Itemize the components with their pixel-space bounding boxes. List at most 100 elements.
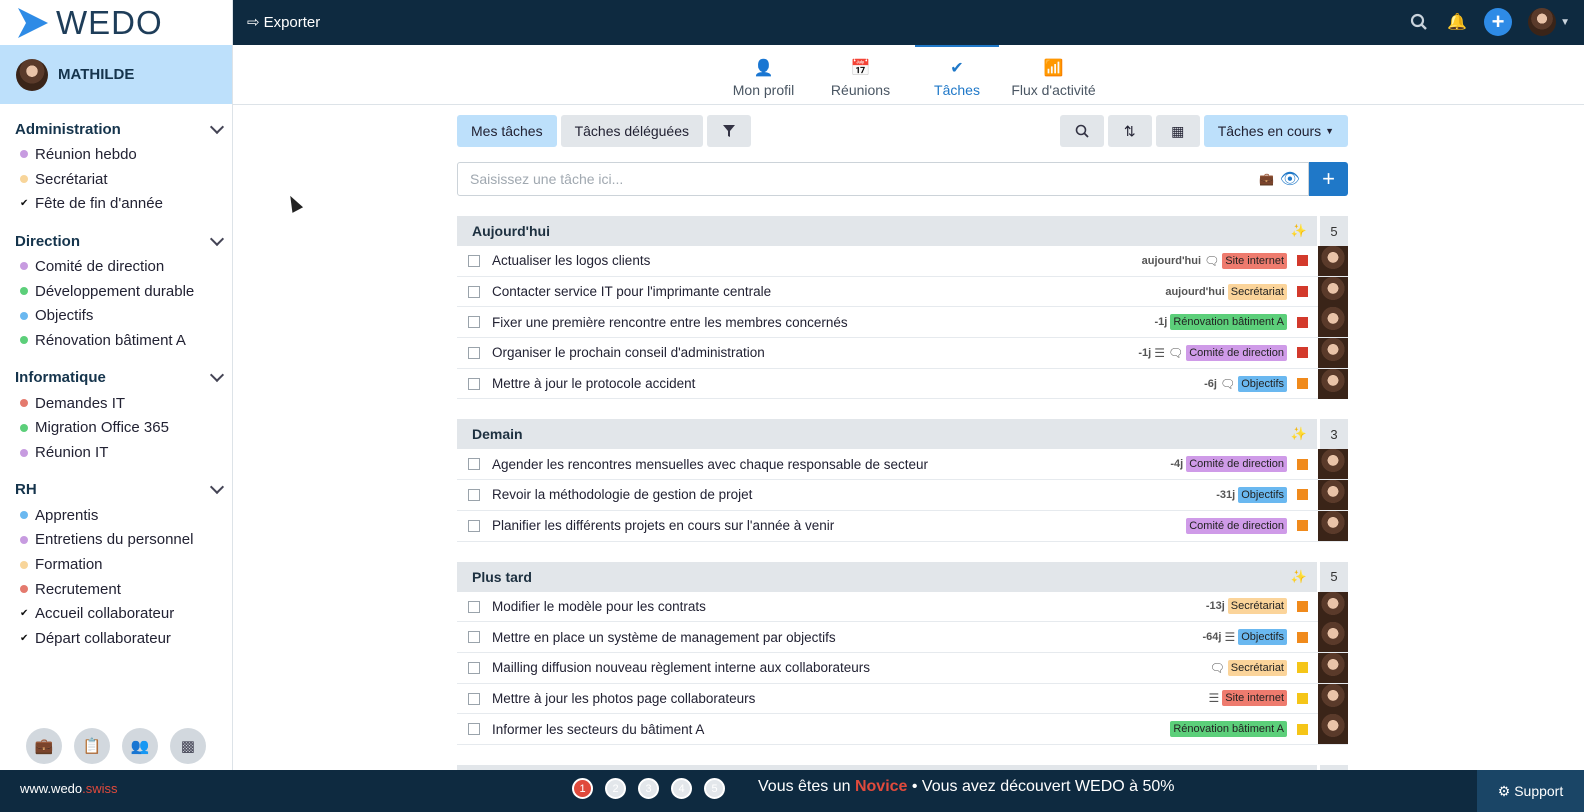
priority-marker[interactable] [1297,631,1308,643]
user-menu[interactable]: ▼ [1528,8,1570,36]
status-dropdown[interactable]: Tâches en cours ▼ [1203,115,1348,147]
sidebar-item[interactable]: Migration Office 365 [15,416,232,441]
grid-icon[interactable]: ▦ [1155,115,1200,147]
priority-marker[interactable] [1297,255,1308,267]
search-icon[interactable] [1059,115,1104,147]
sidebar-item[interactable]: Développement durable [15,279,232,304]
task-row[interactable]: Mailling diffusion nouveau règlement int… [457,652,1348,684]
sidebar-item[interactable]: ✔ Départ collaborateur [15,626,232,651]
step-1[interactable]: 1 [572,778,593,799]
sidebar-item[interactable]: Demandes IT [15,391,232,416]
step-2[interactable]: 2 [605,778,626,799]
sidebar-item[interactable]: ✔ Fête de fin d'année [15,191,232,216]
assignee-avatar[interactable] [1318,368,1348,399]
task-checkbox[interactable] [468,458,480,471]
task-tag[interactable]: Secrétariat [1227,283,1287,300]
task-tag[interactable]: Objectifs [1238,375,1287,392]
task-tag[interactable]: Site internet [1222,690,1287,707]
task-title[interactable]: Fixer une première rencontre entre les m… [492,307,1154,337]
my-tasks-button[interactable]: Mes tâches [457,115,557,147]
magic-wand-icon[interactable]: ✨ [1291,223,1307,239]
magic-wand-icon[interactable]: ✨ [1291,569,1307,585]
priority-marker[interactable] [1297,662,1308,674]
step-3[interactable]: 3 [638,778,659,799]
support-button[interactable]: ⚙ Support [1477,770,1584,812]
task-checkbox[interactable] [468,631,480,644]
task-title[interactable]: Modifier le modèle pour les contrats [492,592,1206,622]
sidebar-item[interactable]: Objectifs [15,303,232,328]
sidebar-item[interactable]: Secrétariat [15,167,232,192]
task-row[interactable]: Agender les rencontres mensuelles avec c… [457,449,1348,481]
user-header[interactable]: MATHILDE [0,45,232,104]
team-icon[interactable]: 👥 [122,728,158,764]
task-title[interactable]: Agender les rencontres mensuelles avec c… [492,449,1170,479]
priority-marker[interactable] [1297,600,1308,612]
sidebar-item[interactable]: Recrutement [15,577,232,602]
briefcase-icon[interactable]: 💼 [1259,172,1274,186]
chevron-down-icon[interactable] [209,231,225,246]
task-row[interactable]: Informer les secteurs du bâtiment A Rénov… [457,714,1348,745]
task-title[interactable]: Actualiser les logos clients [492,246,1142,276]
sidebar-item[interactable]: ✔ Accueil collaborateur [15,602,232,627]
filter-icon[interactable] [707,115,752,147]
task-checkbox[interactable] [468,285,480,298]
task-row[interactable]: Fixer une première rencontre entre les m… [457,307,1348,339]
priority-marker[interactable] [1297,286,1308,298]
task-row[interactable]: Planifier les différents projets en cour… [457,510,1348,542]
create-button[interactable]: + [1484,8,1513,36]
task-checkbox[interactable] [468,692,480,705]
priority-marker[interactable] [1297,520,1308,532]
task-title[interactable]: Mettre en place un système de management… [492,622,1202,652]
sidebar-group-header[interactable]: RH [15,477,232,503]
priority-marker[interactable] [1297,723,1308,735]
task-tag[interactable]: Rénovation bâtiment A [1170,721,1287,738]
chevron-down-icon[interactable] [209,368,225,383]
task-row[interactable]: Mettre à jour le protocole accident -6j 🗨 O… [457,368,1348,400]
task-title[interactable]: Mailling diffusion nouveau règlement int… [492,653,1210,683]
priority-marker[interactable] [1297,316,1308,328]
priority-marker[interactable] [1297,347,1308,359]
section-title[interactable]: Demain ✨ [457,419,1317,450]
sidebar-item[interactable]: Formation [15,552,232,577]
sidebar-item[interactable]: Réunion hebdo [15,142,232,167]
sidebar-item[interactable]: Rénovation bâtiment A [15,328,232,353]
task-row[interactable]: Organiser le prochain conseil d'administ… [457,338,1348,369]
delegated-tasks-button[interactable]: Tâches déléguées [560,115,704,147]
tab-feed[interactable]: 📶 Flux d'activité [1011,45,1096,104]
sidebar-item[interactable]: Apprentis [15,503,232,528]
task-checkbox[interactable] [468,316,480,329]
meeting-icon[interactable]: ▩ [170,728,206,764]
assignee-avatar[interactable] [1318,480,1348,511]
task-tag[interactable]: Site internet [1222,252,1287,269]
priority-marker[interactable] [1297,692,1308,704]
step-4[interactable]: 4 [671,778,692,799]
tab-person[interactable]: 👤 Mon profil [721,45,806,104]
sidebar-item[interactable]: Entretiens du personnel [15,528,232,553]
assignee-avatar[interactable] [1318,307,1348,338]
tab-check[interactable]: ✔ Tâches [915,45,999,104]
task-checkbox[interactable] [468,600,480,613]
step-5[interactable]: 5 [704,778,725,799]
task-checkbox[interactable] [468,377,480,390]
assignee-avatar[interactable] [1318,510,1348,541]
assignee-avatar[interactable] [1318,683,1348,714]
logo[interactable]: WEDO [0,0,232,45]
task-checkbox[interactable] [468,255,480,267]
assignee-avatar[interactable] [1318,338,1348,369]
task-row[interactable]: Contacter service IT pour l'imprimante c… [457,276,1348,308]
briefcase-icon[interactable]: 💼 [26,728,62,764]
sidebar-group-header[interactable]: Informatique [15,365,232,391]
search-icon[interactable] [1408,11,1430,33]
task-title[interactable]: Informer les secteurs du bâtiment A [492,714,1170,744]
task-checkbox[interactable] [468,489,480,502]
assignee-avatar[interactable] [1318,652,1348,683]
task-tag[interactable]: Secrétariat [1227,598,1287,615]
sidebar-group-header[interactable]: Direction [15,228,232,254]
task-title[interactable]: Contacter service IT pour l'imprimante c… [492,277,1165,307]
task-checkbox[interactable] [468,723,480,736]
task-checkbox[interactable] [468,347,480,360]
section-title[interactable]: Plus tard ✨ [457,561,1317,592]
assignee-avatar[interactable] [1318,622,1348,653]
task-row[interactable]: Mettre à jour les photos page collaborat… [457,683,1348,715]
task-row[interactable]: Revoir la méthodologie de gestion de pro… [457,480,1348,511]
